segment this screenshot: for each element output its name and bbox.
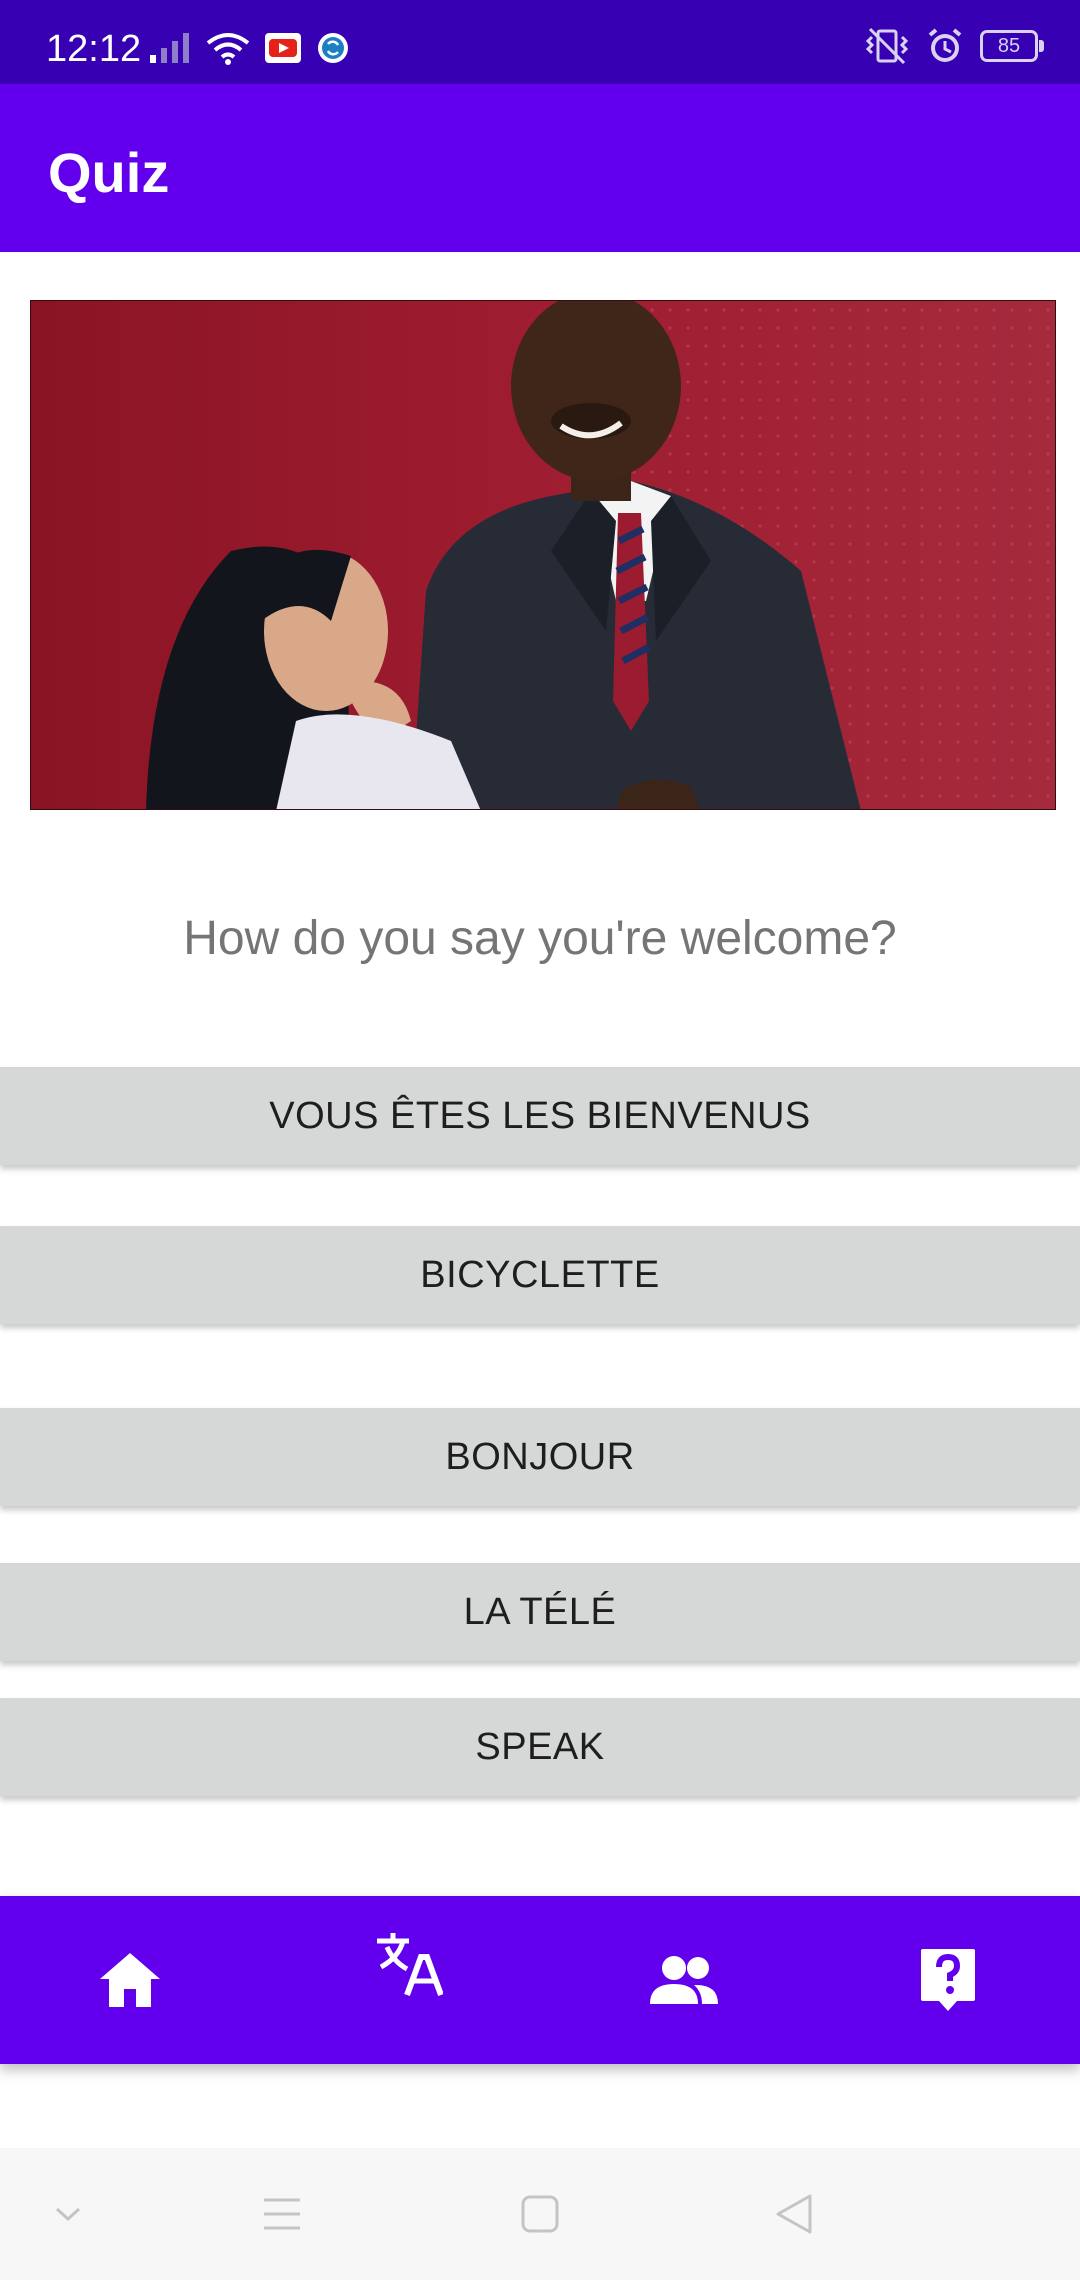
couple-photo-icon bbox=[31, 301, 1055, 809]
alarm-icon bbox=[928, 28, 962, 62]
back-icon bbox=[776, 2194, 812, 2234]
status-bar: 12:12 85 bbox=[0, 0, 1080, 84]
nav-people[interactable] bbox=[624, 1896, 744, 2064]
answer-button-3[interactable]: BONJOUR bbox=[0, 1408, 1080, 1506]
system-navigation-bar bbox=[0, 2148, 1080, 2280]
vibrate-icon bbox=[865, 27, 909, 65]
nav-home[interactable] bbox=[70, 1896, 190, 2064]
quiz-icon bbox=[921, 1949, 975, 2011]
page-title: Quiz bbox=[48, 141, 170, 204]
youtube-notification-icon bbox=[265, 33, 301, 63]
sysnav-collapse[interactable] bbox=[36, 2182, 100, 2246]
sysnav-home[interactable] bbox=[508, 2182, 572, 2246]
bottom-navigation bbox=[0, 1896, 1080, 2064]
answer-button-2[interactable]: BICYCLETTE bbox=[0, 1226, 1080, 1324]
battery-icon: 85 bbox=[980, 30, 1044, 62]
home-square-icon bbox=[521, 2195, 559, 2233]
quiz-hero-image bbox=[30, 300, 1056, 810]
sysnav-menu[interactable] bbox=[250, 2182, 314, 2246]
nav-translate[interactable] bbox=[348, 1880, 468, 2048]
wifi-icon bbox=[206, 33, 250, 65]
status-time: 12:12 bbox=[46, 28, 142, 70]
answer-button-1[interactable]: VOUS ÊTES LES BIENVENUS bbox=[0, 1067, 1080, 1165]
signal-icon bbox=[150, 33, 189, 63]
quiz-question: How do you say you're welcome? bbox=[183, 912, 897, 965]
nav-quiz[interactable] bbox=[888, 1896, 1008, 2064]
home-icon bbox=[100, 1953, 160, 2007]
translate-icon bbox=[377, 1933, 443, 1997]
answer-button-4[interactable]: LA TÉLÉ bbox=[0, 1563, 1080, 1661]
battery-level: 85 bbox=[997, 34, 1021, 57]
collapse-icon bbox=[55, 2207, 81, 2222]
sysnav-back[interactable] bbox=[762, 2182, 826, 2246]
answer-button-5[interactable]: SPEAK bbox=[0, 1698, 1080, 1796]
sync-notification-icon bbox=[318, 33, 348, 63]
menu-icon bbox=[264, 2198, 300, 2230]
people-icon bbox=[650, 1956, 718, 2004]
app-bar: Quiz bbox=[0, 84, 1080, 252]
